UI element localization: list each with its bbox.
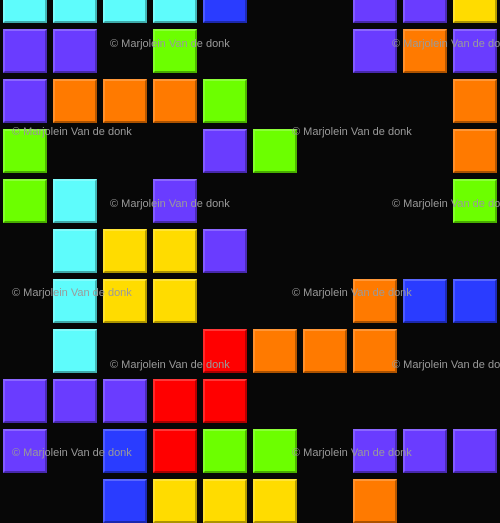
tile-purple bbox=[203, 229, 247, 273]
tile-orange bbox=[253, 329, 297, 373]
tile-green bbox=[253, 129, 297, 173]
tile-yellow bbox=[153, 479, 197, 523]
tile-orange bbox=[453, 129, 497, 173]
tile-purple bbox=[3, 379, 47, 423]
tile-blue bbox=[203, 0, 247, 23]
tetris-block-pattern bbox=[0, 0, 500, 523]
watermark: © Marjolein Van de donk bbox=[392, 38, 500, 50]
tile-purple bbox=[53, 29, 97, 73]
tile-orange bbox=[403, 29, 447, 73]
tile-purple bbox=[103, 379, 147, 423]
watermark: © Marjolein Van de donk bbox=[292, 447, 412, 459]
tile-green bbox=[203, 429, 247, 473]
watermark: © Marjolein Van de donk bbox=[12, 287, 132, 299]
tile-yellow bbox=[153, 229, 197, 273]
tile-green bbox=[153, 29, 197, 73]
tile-cyan bbox=[103, 0, 147, 23]
tile-yellow bbox=[103, 279, 147, 323]
tile-red bbox=[203, 379, 247, 423]
watermark: © Marjolein Van de donk bbox=[292, 126, 412, 138]
tile-cyan bbox=[3, 0, 47, 23]
tile-blue bbox=[453, 279, 497, 323]
tile-red bbox=[153, 429, 197, 473]
tile-purple bbox=[403, 0, 447, 23]
tile-orange bbox=[353, 329, 397, 373]
tile-cyan bbox=[53, 179, 97, 223]
tile-orange bbox=[103, 79, 147, 123]
tile-purple bbox=[3, 79, 47, 123]
tile-blue bbox=[103, 479, 147, 523]
tile-red bbox=[153, 379, 197, 423]
tile-purple bbox=[203, 129, 247, 173]
tile-orange bbox=[353, 279, 397, 323]
watermark: © Marjolein Van de donk bbox=[392, 198, 500, 210]
tile-purple bbox=[3, 29, 47, 73]
tile-yellow bbox=[203, 479, 247, 523]
tile-green bbox=[203, 79, 247, 123]
tile-green bbox=[3, 179, 47, 223]
tile-cyan bbox=[153, 0, 197, 23]
watermark: © Marjolein Van de donk bbox=[392, 359, 500, 371]
tile-blue bbox=[403, 279, 447, 323]
tile-cyan bbox=[53, 0, 97, 23]
tile-orange bbox=[303, 329, 347, 373]
tile-purple bbox=[353, 0, 397, 23]
tile-purple bbox=[53, 379, 97, 423]
tile-yellow bbox=[103, 229, 147, 273]
watermark: © Marjolein Van de donk bbox=[292, 287, 412, 299]
tile-orange bbox=[53, 79, 97, 123]
tile-purple bbox=[353, 29, 397, 73]
watermark: © Marjolein Van de donk bbox=[12, 126, 132, 138]
watermark: © Marjolein Van de donk bbox=[110, 198, 230, 210]
tile-yellow bbox=[153, 279, 197, 323]
tile-cyan bbox=[53, 329, 97, 373]
watermark: © Marjolein Van de donk bbox=[12, 447, 132, 459]
watermark: © Marjolein Van de donk bbox=[110, 359, 230, 371]
watermark: © Marjolein Van de donk bbox=[110, 38, 230, 50]
tile-cyan bbox=[53, 279, 97, 323]
tile-orange bbox=[353, 479, 397, 523]
tile-yellow bbox=[453, 0, 497, 23]
tile-orange bbox=[153, 79, 197, 123]
tile-cyan bbox=[53, 229, 97, 273]
tile-purple bbox=[453, 429, 497, 473]
tile-green bbox=[253, 429, 297, 473]
tile-purple bbox=[453, 29, 497, 73]
tile-yellow bbox=[253, 479, 297, 523]
tile-orange bbox=[453, 79, 497, 123]
